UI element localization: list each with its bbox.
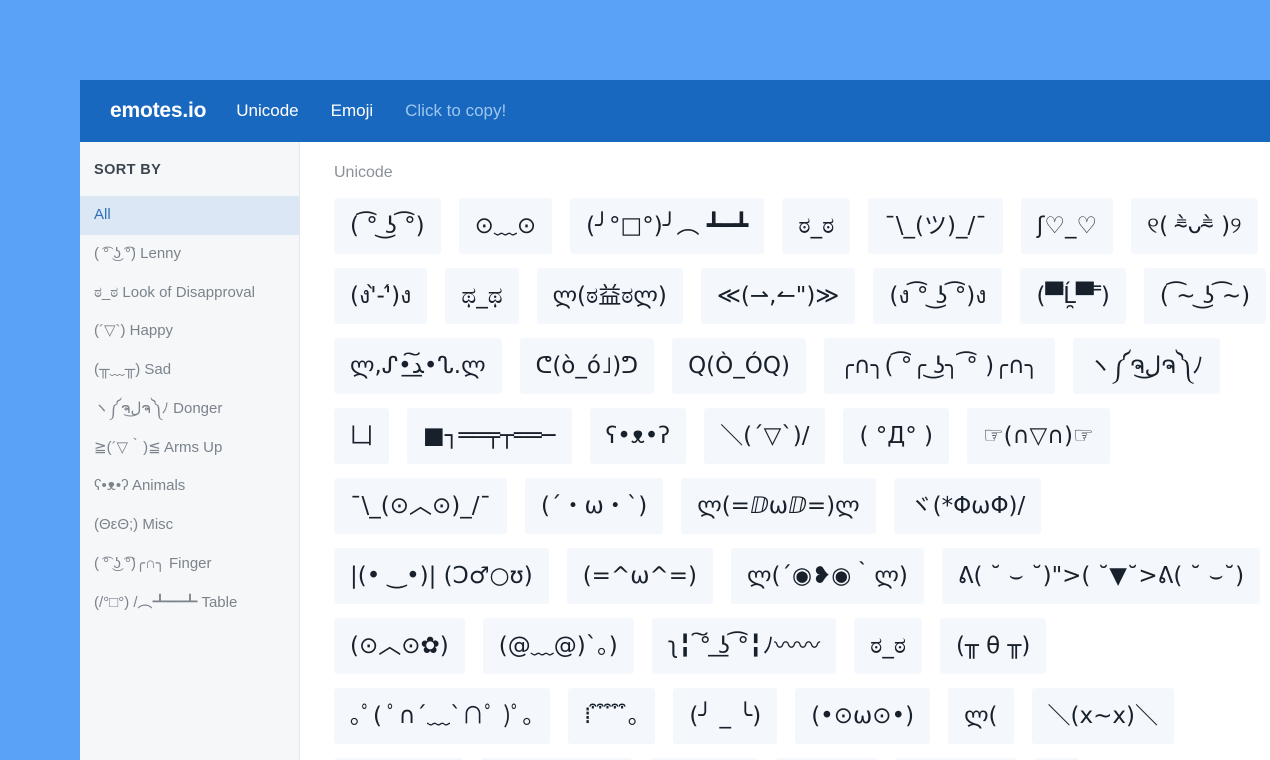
emote-cell[interactable]: ( °Д° ) bbox=[843, 408, 950, 464]
emote-cell[interactable]: ʕ•ᴥ•ʔ bbox=[589, 408, 687, 464]
nav-link-emoji[interactable]: Emoji bbox=[315, 101, 390, 121]
main-content: Unicode ( ͡° ͜ʖ ͡°) ⊙﹏⊙ (╯°□°)╯︵ ┻━┻ ಠ_ಠ ¯\_… bbox=[300, 142, 1270, 760]
emote-cell[interactable]: ლ( bbox=[948, 688, 1014, 744]
sidebar-item-2[interactable]: ಠ_ಠ Look of Disapproval bbox=[80, 274, 299, 313]
emote-cell[interactable]: (@﹏@)`｡) bbox=[482, 618, 634, 674]
sidebar-item-3[interactable]: (´▽`) Happy bbox=[80, 312, 299, 351]
sidebar-item-1[interactable]: ( ͡° ͜ʖ ͡°) Lenny bbox=[80, 235, 299, 274]
emote-cell[interactable]: ლ(´◉❥◉｀ლ) bbox=[731, 548, 924, 604]
emote-cell[interactable]: ｡ﾟ( ﾟ∩´﹏`∩ﾟ )ﾟ｡ bbox=[334, 688, 551, 744]
emote-cell[interactable]: ( ͡~ ͜ʖ ͡~) bbox=[1143, 268, 1267, 324]
browser-window: emotes.io Unicode Emoji Click to copy! S… bbox=[80, 80, 1270, 760]
emote-cell[interactable]: ( ͡° ͜ʖ ͡°) bbox=[334, 198, 441, 254]
emote-cell[interactable]: (ง ͡° ͜ʖ ͡°)ง bbox=[873, 268, 1003, 324]
sidebar-item-4[interactable]: (╥﹏╥) Sad bbox=[80, 351, 299, 390]
emote-cell[interactable]: ୧( ⁼̴̀ᴗ⁼̴̀ )୨ bbox=[1131, 198, 1258, 254]
emote-cell[interactable]: ¯\_(⊙︿⊙)_/¯ bbox=[334, 478, 507, 534]
click-to-copy-hint: Click to copy! bbox=[405, 101, 507, 120]
emote-cell[interactable]: ʅ╏ ͠° ͟ʖ ͡°╏ﾉ〰〰 bbox=[651, 618, 837, 674]
sidebar-heading: SORT BY bbox=[94, 162, 162, 178]
sidebar-item-9[interactable]: ( ͡° ͜ʖ ͡°)╭∩╮ Finger bbox=[80, 545, 299, 584]
sidebar-item-5[interactable]: ヽ༼ຈل͜ຈ༽ﾉ Donger bbox=[80, 390, 299, 429]
sidebar-item-6[interactable]: ≧(´▽｀)≦ Arms Up bbox=[80, 429, 299, 468]
section-label-unicode: Unicode bbox=[334, 164, 393, 181]
emote-cell[interactable]: ≪(⇀,↼")≫ bbox=[700, 268, 856, 324]
sidebar-item-7[interactable]: ʕ•ᴥ•ʔ Animals bbox=[80, 467, 299, 506]
emote-cell[interactable]: ಠ_ಠ bbox=[782, 198, 851, 254]
brand-logo[interactable]: emotes.io bbox=[96, 99, 220, 123]
emote-cell[interactable]: ლ(=ⅅωⅅ=)ლ bbox=[681, 478, 876, 534]
emote-cell[interactable]: ᕕ( ˘ ⌣ ˘)">( ˘▼˘>ᕕ( ˘ ⌣˘) bbox=[941, 548, 1261, 604]
emote-cell[interactable]: (=^ω^=) bbox=[566, 548, 713, 604]
sidebar: SORT BY All( ͡° ͜ʖ ͡°) Lenny ಠ_ಠ Look of … bbox=[80, 142, 300, 760]
emote-cell[interactable]: ʃ♡_♡ bbox=[1020, 198, 1114, 254]
emote-cell[interactable]: Q(Ò_ÓQ) bbox=[672, 338, 806, 394]
nav-link-unicode[interactable]: Unicode bbox=[220, 101, 314, 121]
emote-cell[interactable]: (╥ θ ╥) bbox=[940, 618, 1047, 674]
sidebar-item-0[interactable]: All bbox=[80, 196, 299, 235]
emote-cell[interactable]: ᕦ(ò_ó˩)ᕤ bbox=[519, 338, 655, 394]
emote-cell[interactable]: (▀̿Ĺ̯▀̿ ̿) bbox=[1020, 268, 1126, 324]
emote-cell[interactable]: ಥ_ಥ bbox=[445, 268, 519, 324]
emote-cell[interactable]: (ง'̀-'́)ง bbox=[334, 268, 428, 324]
emote-cell[interactable]: ■┐══╤┬══─ bbox=[407, 408, 572, 464]
emote-cell[interactable]: ＼(´▽`)/ bbox=[704, 408, 826, 464]
emote-cell[interactable]: (⊙︿⊙✿) bbox=[334, 618, 465, 674]
sidebar-item-list: All( ͡° ͜ʖ ͡°) Lenny ಠ_ಠ Look of Disappro… bbox=[80, 196, 299, 622]
emote-cell[interactable]: ヽ༼ຈل͜ຈ༽ﾉ bbox=[1072, 338, 1220, 394]
emote-cell[interactable]: ¯\_(ツ)_/¯ bbox=[868, 198, 1003, 254]
content-area: SORT BY All( ͡° ͜ʖ ͡°) Lenny ಠ_ಠ Look of … bbox=[80, 142, 1270, 760]
emote-cell[interactable]: ಠ_ಠ bbox=[854, 618, 923, 674]
emote-cell[interactable]: (╯°□°)╯︵ ┻━┻ bbox=[570, 198, 765, 254]
emote-cell[interactable]: ⁞ ͒ ͒ ͒ ͒ ͒｡ bbox=[568, 688, 656, 744]
emote-cell[interactable]: ლ(ಠ益ಠლ) bbox=[536, 268, 683, 324]
top-navbar: emotes.io Unicode Emoji Click to copy! bbox=[80, 80, 1270, 142]
sidebar-item-10[interactable]: (/°□°) /︵┻━┻ Table bbox=[80, 584, 299, 623]
emote-cell[interactable]: |(• ‿•)| (Ɔ♂○ʊ) bbox=[334, 548, 549, 604]
emote-cell[interactable]: (╯ _ ╰) bbox=[673, 688, 778, 744]
emote-cell[interactable]: 凵 bbox=[334, 408, 389, 464]
emote-cell[interactable]: ヾ(*ΦωΦ)/ bbox=[893, 478, 1042, 534]
emote-cell[interactable]: ☞(∩▽∩)☞ bbox=[967, 408, 1110, 464]
emote-cell[interactable]: (´・ω・`) bbox=[525, 478, 664, 534]
sidebar-item-8[interactable]: (ΘεΘ;) Misc bbox=[80, 506, 299, 545]
emote-cell[interactable]: (•⊙ω⊙•) bbox=[795, 688, 931, 744]
emote-grid: ( ͡° ͜ʖ ͡°) ⊙﹏⊙ (╯°□°)╯︵ ┻━┻ ಠ_ಠ ¯\_(ツ)_/¯ ʃ♡… bbox=[334, 198, 1270, 760]
emote-cell[interactable]: ლ,ᔑ•ﺪ͟͠•ᔐ.ლ bbox=[334, 338, 502, 394]
emote-cell[interactable]: ⊙﹏⊙ bbox=[458, 198, 553, 254]
emote-cell[interactable]: ╭∩╮( ͡°╭ ͜ʖ╮ ͡° )╭∩╮ bbox=[823, 338, 1055, 394]
emote-cell[interactable]: ＼(x~x)＼ bbox=[1031, 688, 1174, 744]
